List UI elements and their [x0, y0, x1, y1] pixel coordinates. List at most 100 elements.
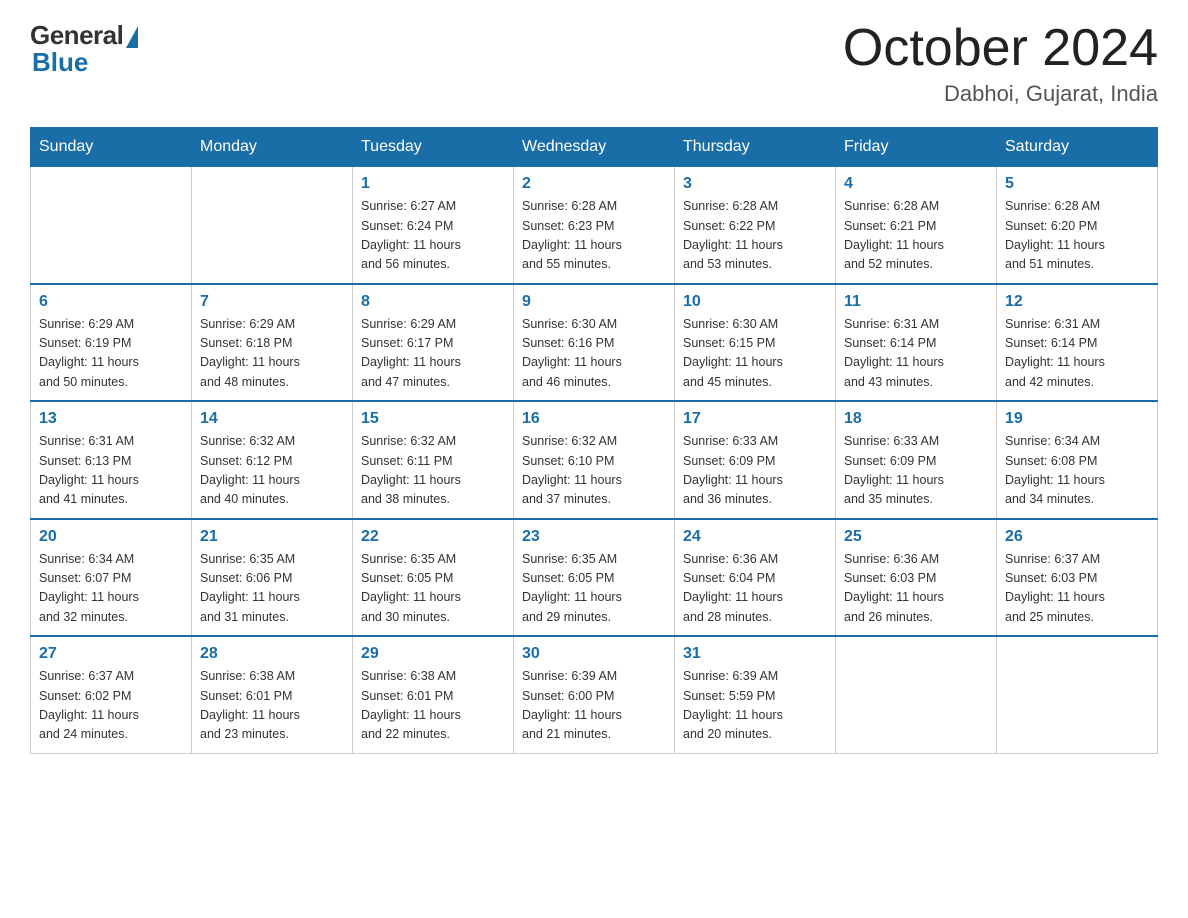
calendar-cell: 29Sunrise: 6:38 AMSunset: 6:01 PMDayligh… — [353, 636, 514, 753]
calendar-week-row: 20 Sunrise: 6:34 AMSunset: 6:07 PMDayligh… — [31, 519, 1158, 637]
day-number: 5 — [1005, 175, 1149, 193]
calendar-cell: 19 Sunrise: 6:34 AMSunset: 6:08 PMDayligh… — [997, 401, 1158, 519]
day-info: Sunrise: 6:31 AMSunset: 6:13 PMDaylight:… — [39, 432, 183, 510]
calendar-cell: 4 Sunrise: 6:28 AMSunset: 6:21 PMDaylight… — [836, 167, 997, 284]
day-number: 14 — [200, 410, 344, 428]
day-number: 2 — [522, 175, 666, 193]
day-number: 15 — [361, 410, 505, 428]
day-number: 9 — [522, 293, 666, 311]
day-number: 7 — [200, 293, 344, 311]
calendar-cell: 15 Sunrise: 6:32 AMSunset: 6:11 PMDayligh… — [353, 401, 514, 519]
day-number: 21 — [200, 528, 344, 546]
logo: General Blue — [30, 20, 138, 78]
calendar-week-row: 13 Sunrise: 6:31 AMSunset: 6:13 PMDayligh… — [31, 401, 1158, 519]
day-info: Sunrise: 6:29 AMSunset: 6:17 PMDaylight:… — [361, 315, 505, 393]
day-info: Sunrise: 6:30 AMSunset: 6:15 PMDaylight:… — [683, 315, 827, 393]
day-number: 11 — [844, 293, 988, 311]
calendar-cell: 17 Sunrise: 6:33 AMSunset: 6:09 PMDayligh… — [675, 401, 836, 519]
day-number: 23 — [522, 528, 666, 546]
day-info: Sunrise: 6:39 AMSunset: 5:59 PMDaylight:… — [683, 667, 827, 745]
day-info: Sunrise: 6:34 AMSunset: 6:07 PMDaylight:… — [39, 550, 183, 628]
calendar-header-saturday: Saturday — [997, 128, 1158, 167]
title-section: October 2024 Dabhoi, Gujarat, India — [843, 20, 1158, 107]
day-info: Sunrise: 6:35 AMSunset: 6:06 PMDaylight:… — [200, 550, 344, 628]
logo-triangle-icon — [126, 26, 138, 48]
day-info: Sunrise: 6:36 AMSunset: 6:03 PMDaylight:… — [844, 550, 988, 628]
day-info: Sunrise: 6:35 AMSunset: 6:05 PMDaylight:… — [361, 550, 505, 628]
calendar-cell: 13 Sunrise: 6:31 AMSunset: 6:13 PMDayligh… — [31, 401, 192, 519]
calendar-cell: 8Sunrise: 6:29 AMSunset: 6:17 PMDaylight… — [353, 284, 514, 402]
calendar-cell: 20 Sunrise: 6:34 AMSunset: 6:07 PMDayligh… — [31, 519, 192, 637]
calendar-cell: 1 Sunrise: 6:27 AMSunset: 6:24 PMDaylight… — [353, 167, 514, 284]
calendar-cell: 5 Sunrise: 6:28 AMSunset: 6:20 PMDaylight… — [997, 167, 1158, 284]
calendar-cell: 25 Sunrise: 6:36 AMSunset: 6:03 PMDayligh… — [836, 519, 997, 637]
day-info: Sunrise: 6:33 AMSunset: 6:09 PMDaylight:… — [683, 432, 827, 510]
day-info: Sunrise: 6:28 AMSunset: 6:20 PMDaylight:… — [1005, 197, 1149, 275]
day-info: Sunrise: 6:28 AMSunset: 6:22 PMDaylight:… — [683, 197, 827, 275]
calendar-cell — [31, 167, 192, 284]
day-info: Sunrise: 6:37 AMSunset: 6:03 PMDaylight:… — [1005, 550, 1149, 628]
calendar-cell: 21 Sunrise: 6:35 AMSunset: 6:06 PMDayligh… — [192, 519, 353, 637]
day-info: Sunrise: 6:31 AMSunset: 6:14 PMDaylight:… — [844, 315, 988, 393]
calendar-cell: 7 Sunrise: 6:29 AMSunset: 6:18 PMDaylight… — [192, 284, 353, 402]
calendar-cell: 18Sunrise: 6:33 AMSunset: 6:09 PMDayligh… — [836, 401, 997, 519]
day-info: Sunrise: 6:29 AMSunset: 6:18 PMDaylight:… — [200, 315, 344, 393]
day-info: Sunrise: 6:32 AMSunset: 6:12 PMDaylight:… — [200, 432, 344, 510]
calendar-cell: 10 Sunrise: 6:30 AMSunset: 6:15 PMDayligh… — [675, 284, 836, 402]
calendar-header-wednesday: Wednesday — [514, 128, 675, 167]
day-info: Sunrise: 6:31 AMSunset: 6:14 PMDaylight:… — [1005, 315, 1149, 393]
calendar-header-monday: Monday — [192, 128, 353, 167]
calendar-cell: 2 Sunrise: 6:28 AMSunset: 6:23 PMDaylight… — [514, 167, 675, 284]
day-info: Sunrise: 6:28 AMSunset: 6:21 PMDaylight:… — [844, 197, 988, 275]
day-info: Sunrise: 6:28 AMSunset: 6:23 PMDaylight:… — [522, 197, 666, 275]
day-number: 26 — [1005, 528, 1149, 546]
calendar-cell: 26 Sunrise: 6:37 AMSunset: 6:03 PMDayligh… — [997, 519, 1158, 637]
day-number: 13 — [39, 410, 183, 428]
day-number: 19 — [1005, 410, 1149, 428]
day-number: 22 — [361, 528, 505, 546]
day-number: 10 — [683, 293, 827, 311]
month-title: October 2024 — [843, 20, 1158, 77]
day-number: 12 — [1005, 293, 1149, 311]
day-number: 6 — [39, 293, 183, 311]
day-number: 25 — [844, 528, 988, 546]
logo-blue-text: Blue — [32, 47, 88, 78]
day-info: Sunrise: 6:35 AMSunset: 6:05 PMDaylight:… — [522, 550, 666, 628]
day-number: 31 — [683, 645, 827, 663]
calendar-week-row: 1 Sunrise: 6:27 AMSunset: 6:24 PMDaylight… — [31, 167, 1158, 284]
day-number: 3 — [683, 175, 827, 193]
day-info: Sunrise: 6:32 AMSunset: 6:10 PMDaylight:… — [522, 432, 666, 510]
calendar-cell: 3 Sunrise: 6:28 AMSunset: 6:22 PMDaylight… — [675, 167, 836, 284]
calendar-cell: 28 Sunrise: 6:38 AMSunset: 6:01 PMDayligh… — [192, 636, 353, 753]
location: Dabhoi, Gujarat, India — [843, 81, 1158, 107]
day-number: 18 — [844, 410, 988, 428]
calendar-header-sunday: Sunday — [31, 128, 192, 167]
day-info: Sunrise: 6:37 AMSunset: 6:02 PMDaylight:… — [39, 667, 183, 745]
calendar-cell: 23 Sunrise: 6:35 AMSunset: 6:05 PMDayligh… — [514, 519, 675, 637]
calendar-header-tuesday: Tuesday — [353, 128, 514, 167]
calendar-cell: 24 Sunrise: 6:36 AMSunset: 6:04 PMDayligh… — [675, 519, 836, 637]
day-info: Sunrise: 6:38 AMSunset: 6:01 PMDaylight:… — [361, 667, 505, 745]
calendar-header-row: SundayMondayTuesdayWednesdayThursdayFrid… — [31, 128, 1158, 167]
day-info: Sunrise: 6:29 AMSunset: 6:19 PMDaylight:… — [39, 315, 183, 393]
calendar-table: SundayMondayTuesdayWednesdayThursdayFrid… — [30, 127, 1158, 754]
calendar-cell: 30Sunrise: 6:39 AMSunset: 6:00 PMDayligh… — [514, 636, 675, 753]
calendar-cell: 31 Sunrise: 6:39 AMSunset: 5:59 PMDayligh… — [675, 636, 836, 753]
calendar-cell: 22 Sunrise: 6:35 AMSunset: 6:05 PMDayligh… — [353, 519, 514, 637]
day-info: Sunrise: 6:27 AMSunset: 6:24 PMDaylight:… — [361, 197, 505, 275]
day-number: 1 — [361, 175, 505, 193]
calendar-cell — [997, 636, 1158, 753]
calendar-header-thursday: Thursday — [675, 128, 836, 167]
day-number: 28 — [200, 645, 344, 663]
day-info: Sunrise: 6:38 AMSunset: 6:01 PMDaylight:… — [200, 667, 344, 745]
day-number: 20 — [39, 528, 183, 546]
calendar-week-row: 6 Sunrise: 6:29 AMSunset: 6:19 PMDaylight… — [31, 284, 1158, 402]
day-number: 24 — [683, 528, 827, 546]
calendar-cell — [836, 636, 997, 753]
day-info: Sunrise: 6:32 AMSunset: 6:11 PMDaylight:… — [361, 432, 505, 510]
calendar-week-row: 27Sunrise: 6:37 AMSunset: 6:02 PMDayligh… — [31, 636, 1158, 753]
day-info: Sunrise: 6:36 AMSunset: 6:04 PMDaylight:… — [683, 550, 827, 628]
day-info: Sunrise: 6:34 AMSunset: 6:08 PMDaylight:… — [1005, 432, 1149, 510]
day-number: 4 — [844, 175, 988, 193]
day-number: 17 — [683, 410, 827, 428]
